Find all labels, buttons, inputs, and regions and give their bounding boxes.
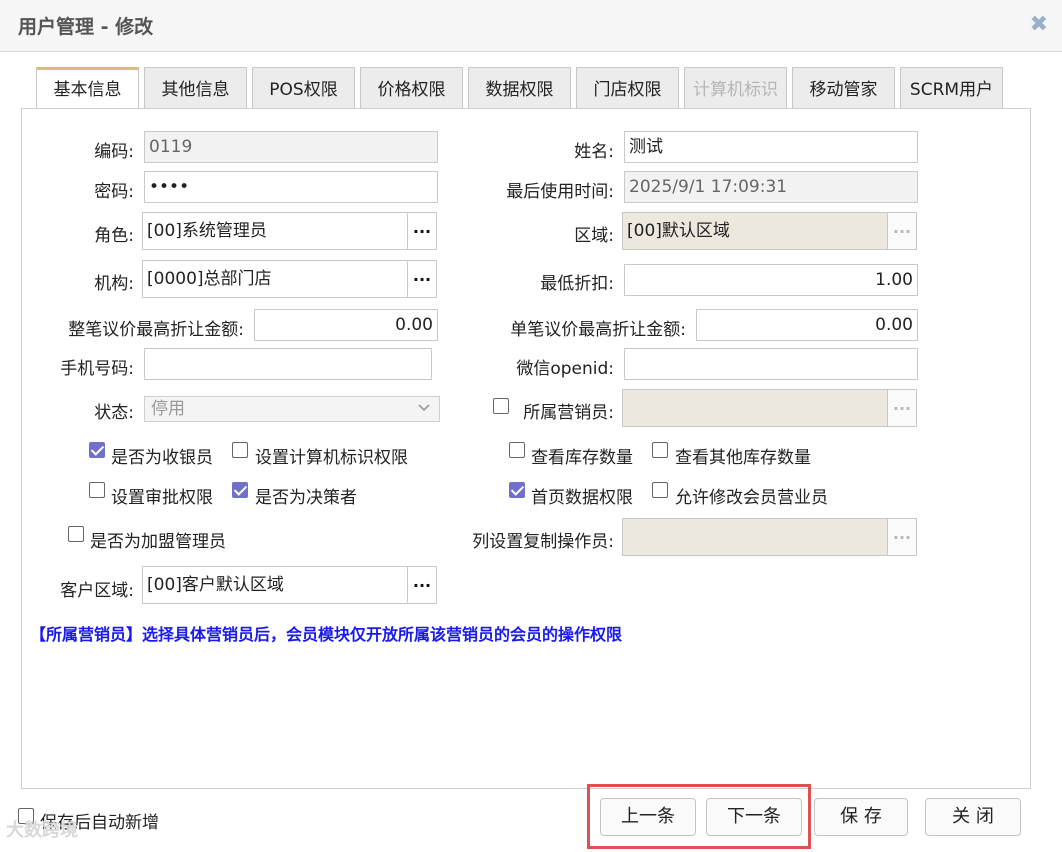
single-max-label: 单笔议价最高折让金额:: [510, 320, 686, 340]
next-record-button[interactable]: 下一条: [706, 798, 802, 836]
computer-id-perm-label: 设置计算机标识权限: [255, 448, 408, 468]
status-select: 停用: [144, 396, 440, 422]
title-bar: 用户管理 - 修改 ✖: [0, 0, 1062, 52]
view-stock-label: 查看库存数量: [531, 448, 633, 468]
user-edit-dialog: 用户管理 - 修改 ✖ 基本信息 其他信息 POS权限 价格权限 数据权限 门店…: [0, 0, 1062, 852]
region-label: 区域:: [574, 226, 614, 246]
customer-region-field[interactable]: [00]客户默认区域: [142, 566, 408, 604]
allow-edit-member-rep-label: 允许修改会员营业员: [675, 488, 828, 508]
last-used-field: 2025/9/1 17:09:31: [624, 171, 918, 203]
tab-scrm-user[interactable]: SCRM用户: [900, 67, 1003, 109]
chevron-down-icon: [418, 404, 430, 412]
home-data-perm-checkbox[interactable]: [509, 482, 525, 498]
copy-operator-label: 列设置复制操作员:: [472, 532, 614, 552]
role-field[interactable]: [00]系统管理员: [142, 212, 408, 250]
tab-data-perm[interactable]: 数据权限: [468, 67, 571, 109]
name-field[interactable]: 测试: [624, 131, 918, 163]
last-used-label: 最后使用时间:: [506, 182, 614, 202]
region-picker-button: ...: [887, 212, 917, 250]
tab-store-perm[interactable]: 门店权限: [576, 67, 679, 109]
decision-maker-checkbox[interactable]: [232, 482, 248, 498]
customer-region-picker-button[interactable]: ...: [407, 566, 437, 604]
prev-record-button[interactable]: 上一条: [600, 798, 696, 836]
customer-region-label: 客户区域:: [60, 581, 134, 601]
franchise-admin-label: 是否为加盟管理员: [90, 532, 226, 552]
view-other-stock-checkbox[interactable]: [652, 442, 668, 458]
wechat-field[interactable]: [624, 348, 918, 380]
org-picker-button[interactable]: ...: [407, 260, 437, 298]
org-label: 机构:: [94, 274, 134, 294]
close-icon[interactable]: ✖: [1030, 12, 1048, 37]
wechat-label: 微信openid:: [516, 359, 614, 379]
phone-label: 手机号码:: [60, 359, 134, 379]
single-max-field[interactable]: 0.00: [696, 309, 918, 341]
save-button[interactable]: 保 存: [814, 798, 908, 836]
code-field: 0119: [144, 131, 438, 163]
tab-basic-info[interactable]: 基本信息: [36, 67, 139, 110]
close-button[interactable]: 关 闭: [925, 798, 1021, 836]
computer-id-perm-checkbox[interactable]: [232, 442, 248, 458]
cashier-label: 是否为收银员: [111, 448, 213, 468]
whole-max-field[interactable]: 0.00: [254, 309, 438, 341]
salesman-label: 所属营销员:: [523, 403, 614, 423]
tab-computer-id: 计算机标识: [684, 67, 787, 109]
role-label: 角色:: [94, 226, 134, 246]
min-discount-label: 最低折扣:: [540, 274, 614, 294]
franchise-admin-checkbox[interactable]: [68, 526, 84, 542]
copy-operator-picker-button: ...: [887, 518, 917, 556]
name-label: 姓名:: [574, 142, 614, 162]
role-picker-button[interactable]: ...: [407, 212, 437, 250]
home-data-perm-label: 首页数据权限: [531, 488, 633, 508]
password-field[interactable]: ••••: [144, 171, 438, 203]
min-discount-field[interactable]: 1.00: [624, 264, 918, 296]
code-label: 编码:: [94, 142, 134, 162]
salesman-field: [622, 389, 888, 427]
copy-operator-field: [622, 518, 888, 556]
salesman-note: 【所属营销员】选择具体营销员后，会员模块仅开放所属该营销员的会员的操作权限: [30, 625, 623, 644]
phone-field[interactable]: [144, 348, 432, 380]
tab-mobile-manager[interactable]: 移动管家: [792, 67, 895, 109]
status-label: 状态:: [94, 403, 134, 423]
view-other-stock-label: 查看其他库存数量: [675, 448, 811, 468]
status-value: 停用: [151, 399, 185, 419]
tab-price-perm[interactable]: 价格权限: [360, 67, 463, 109]
approval-perm-label: 设置审批权限: [111, 488, 213, 508]
tab-pos-perm[interactable]: POS权限: [252, 67, 355, 109]
org-field[interactable]: [0000]总部门店: [142, 260, 408, 298]
decision-maker-label: 是否为决策者: [255, 488, 357, 508]
approval-perm-checkbox[interactable]: [89, 482, 105, 498]
dialog-title: 用户管理 - 修改: [18, 16, 154, 38]
allow-edit-member-rep-checkbox[interactable]: [652, 482, 668, 498]
salesman-checkbox[interactable]: [493, 398, 509, 414]
whole-max-label: 整笔议价最高折让金额:: [68, 320, 244, 340]
region-field: [00]默认区域: [622, 212, 888, 250]
password-label: 密码:: [94, 182, 134, 202]
salesman-picker-button: ...: [887, 389, 917, 427]
view-stock-checkbox[interactable]: [509, 442, 525, 458]
tab-other-info[interactable]: 其他信息: [144, 67, 247, 109]
cashier-checkbox[interactable]: [89, 442, 105, 458]
watermark: 大数跨境: [6, 820, 78, 841]
